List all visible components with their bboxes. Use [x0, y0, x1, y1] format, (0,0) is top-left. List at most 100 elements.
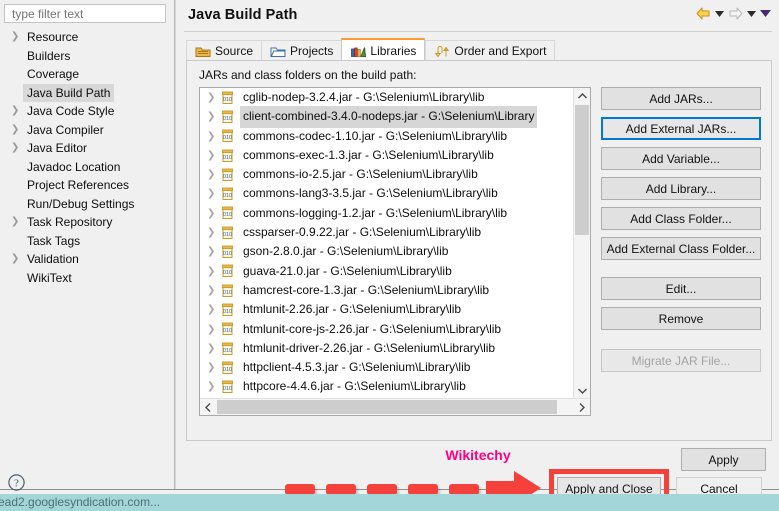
- jar-list[interactable]: ❯010cglib-nodep-3.2.4.jar - G:\Selenium\…: [199, 87, 591, 416]
- sidebar-item-java-editor[interactable]: ❯Java Editor: [0, 139, 174, 158]
- forward-arrow-icon[interactable]: [728, 7, 743, 20]
- remove-button[interactable]: Remove: [601, 307, 761, 330]
- chevron-right-icon[interactable]: ❯: [207, 281, 221, 300]
- filter-textbox[interactable]: [4, 4, 166, 23]
- list-item[interactable]: ❯010commons-codec-1.10.jar - G:\Selenium…: [200, 127, 574, 146]
- chevron-right-icon[interactable]: ❯: [207, 242, 221, 261]
- jar-file-icon: 010: [221, 322, 235, 336]
- horizontal-scrollbar[interactable]: [200, 398, 590, 415]
- list-item[interactable]: ❯010commons-lang3-3.5.jar - G:\Selenium\…: [200, 184, 574, 203]
- sidebar-item-label: Project References: [23, 176, 133, 195]
- chevron-right-icon[interactable]: ❯: [207, 204, 221, 223]
- chevron-right-icon[interactable]: ❯: [11, 213, 19, 232]
- list-item[interactable]: ❯010httpclient-4.5.3.jar - G:\Selenium\L…: [200, 358, 574, 377]
- add-variable-button[interactable]: Add Variable...: [601, 147, 761, 170]
- svg-text:010: 010: [223, 135, 232, 141]
- sidebar-item-task-repository[interactable]: ❯Task Repository: [0, 213, 174, 232]
- sidebar-item-task-tags[interactable]: Task Tags: [0, 232, 174, 251]
- chevron-right-icon[interactable]: ❯: [207, 377, 221, 396]
- sidebar-item-label: Java Editor: [23, 139, 91, 158]
- sidebar-item-java-compiler[interactable]: ❯Java Compiler: [0, 121, 174, 140]
- status-strip: ead2.googlesyndication.com...: [0, 494, 779, 511]
- chevron-right-icon[interactable]: ❯: [207, 339, 221, 358]
- sidebar-item-wikitext[interactable]: WikiText: [0, 269, 174, 288]
- preferences-sidebar: ❯ResourceBuildersCoverageJava Build Path…: [0, 0, 174, 490]
- list-item[interactable]: ❯010commons-exec-1.3.jar - G:\Selenium\L…: [200, 146, 574, 165]
- chevron-right-icon[interactable]: ❯: [207, 223, 221, 242]
- preferences-tree: ❯ResourceBuildersCoverageJava Build Path…: [0, 28, 174, 287]
- tab-order-and-export[interactable]: Order and Export: [425, 40, 555, 61]
- chevron-right-icon[interactable]: ❯: [11, 139, 19, 158]
- sidebar-item-coverage[interactable]: Coverage: [0, 65, 174, 84]
- chevron-right-icon[interactable]: ❯: [11, 121, 19, 140]
- forward-history-chevron-down-icon[interactable]: [747, 11, 756, 17]
- tab-projects[interactable]: Projects: [261, 40, 341, 61]
- chevron-right-icon[interactable]: ❯: [207, 127, 221, 146]
- chevron-right-icon[interactable]: ❯: [207, 300, 221, 319]
- chevron-right-icon[interactable]: ❯: [207, 165, 221, 184]
- svg-text:010: 010: [223, 386, 232, 392]
- vertical-scrollbar[interactable]: [573, 88, 590, 399]
- list-item[interactable]: ❯010htmlunit-driver-2.26.jar - G:\Seleni…: [200, 339, 574, 358]
- svg-text:010: 010: [223, 367, 232, 373]
- list-item[interactable]: ❯010commons-io-2.5.jar - G:\Selenium\Lib…: [200, 165, 574, 184]
- scroll-left-icon[interactable]: [200, 399, 216, 415]
- add-jars-button[interactable]: Add JARs...: [601, 87, 761, 110]
- back-arrow-icon[interactable]: [696, 7, 711, 20]
- add-library-button[interactable]: Add Library...: [601, 177, 761, 200]
- chevron-right-icon[interactable]: ❯: [207, 262, 221, 281]
- tab-libraries[interactable]: Libraries: [341, 38, 425, 61]
- sidebar-item-label: Javadoc Location: [23, 158, 124, 177]
- jar-file-icon: 010: [221, 303, 235, 317]
- chevron-right-icon[interactable]: ❯: [207, 107, 221, 126]
- project-folder-icon: [270, 44, 286, 58]
- sidebar-item-validation[interactable]: ❯Validation: [0, 250, 174, 269]
- list-item[interactable]: ❯010htmlunit-2.26.jar - G:\Selenium\Libr…: [200, 300, 574, 319]
- tab-source[interactable]: Source: [186, 40, 261, 61]
- list-item[interactable]: ❯010httpcore-4.4.6.jar - G:\Selenium\Lib…: [200, 377, 574, 396]
- search-input[interactable]: [10, 6, 160, 22]
- scroll-down-icon[interactable]: [574, 383, 590, 399]
- list-item[interactable]: ❯010htmlunit-core-js-2.26.jar - G:\Selen…: [200, 320, 574, 339]
- view-menu-chevron-down-icon[interactable]: [760, 10, 771, 17]
- svg-text:010: 010: [223, 328, 232, 334]
- scroll-right-icon[interactable]: [574, 399, 590, 415]
- sidebar-item-project-references[interactable]: Project References: [0, 176, 174, 195]
- sidebar-item-builders[interactable]: Builders: [0, 47, 174, 66]
- migrate-jar-file-button: Migrate JAR File...: [601, 349, 761, 372]
- list-item[interactable]: ❯010client-combined-3.4.0-nodeps.jar - G…: [200, 107, 574, 126]
- chevron-right-icon[interactable]: ❯: [11, 250, 19, 269]
- preferences-dialog: ❯ResourceBuildersCoverageJava Build Path…: [0, 0, 779, 511]
- chevron-right-icon[interactable]: ❯: [207, 184, 221, 203]
- list-item[interactable]: ❯010guava-21.0.jar - G:\Selenium\Library…: [200, 262, 574, 281]
- list-item[interactable]: ❯010commons-logging-1.2.jar - G:\Seleniu…: [200, 204, 574, 223]
- list-item[interactable]: ❯010hamcrest-core-1.3.jar - G:\Selenium\…: [200, 281, 574, 300]
- add-class-folder-button[interactable]: Add Class Folder...: [601, 207, 761, 230]
- edit-button[interactable]: Edit...: [601, 277, 761, 300]
- chevron-right-icon[interactable]: ❯: [11, 102, 19, 121]
- sidebar-item-java-build-path[interactable]: Java Build Path: [0, 84, 174, 103]
- annotation-dash: [408, 484, 438, 495]
- scroll-up-icon[interactable]: [574, 88, 590, 104]
- back-history-chevron-down-icon[interactable]: [715, 11, 724, 17]
- chevron-right-icon[interactable]: ❯: [207, 320, 221, 339]
- add-external-jars-button[interactable]: Add External JARs...: [601, 117, 761, 140]
- chevron-right-icon[interactable]: ❯: [207, 358, 221, 377]
- add-external-class-folder-button[interactable]: Add External Class Folder...: [601, 237, 761, 260]
- sidebar-item-java-code-style[interactable]: ❯Java Code Style: [0, 102, 174, 121]
- list-item-label: guava-21.0.jar - G:\Selenium\Library\lib: [240, 261, 455, 282]
- horizontal-scrollbar-thumb[interactable]: [217, 400, 557, 414]
- chevron-right-icon[interactable]: ❯: [207, 146, 221, 165]
- help-question-icon[interactable]: ?: [8, 474, 25, 491]
- list-item[interactable]: ❯010cglib-nodep-3.2.4.jar - G:\Selenium\…: [200, 88, 574, 107]
- sidebar-item-run-debug-settings[interactable]: Run/Debug Settings: [0, 195, 174, 214]
- apply-button[interactable]: Apply: [681, 448, 766, 471]
- sidebar-item-resource[interactable]: ❯Resource: [0, 28, 174, 47]
- chevron-right-icon[interactable]: ❯: [11, 28, 19, 47]
- chevron-right-icon[interactable]: ❯: [207, 88, 221, 107]
- source-folder-icon: [195, 44, 211, 58]
- vertical-scrollbar-thumb[interactable]: [575, 105, 589, 235]
- list-item[interactable]: ❯010cssparser-0.9.22.jar - G:\Selenium\L…: [200, 223, 574, 242]
- sidebar-item-javadoc-location[interactable]: Javadoc Location: [0, 158, 174, 177]
- list-item[interactable]: ❯010gson-2.8.0.jar - G:\Selenium\Library…: [200, 242, 574, 261]
